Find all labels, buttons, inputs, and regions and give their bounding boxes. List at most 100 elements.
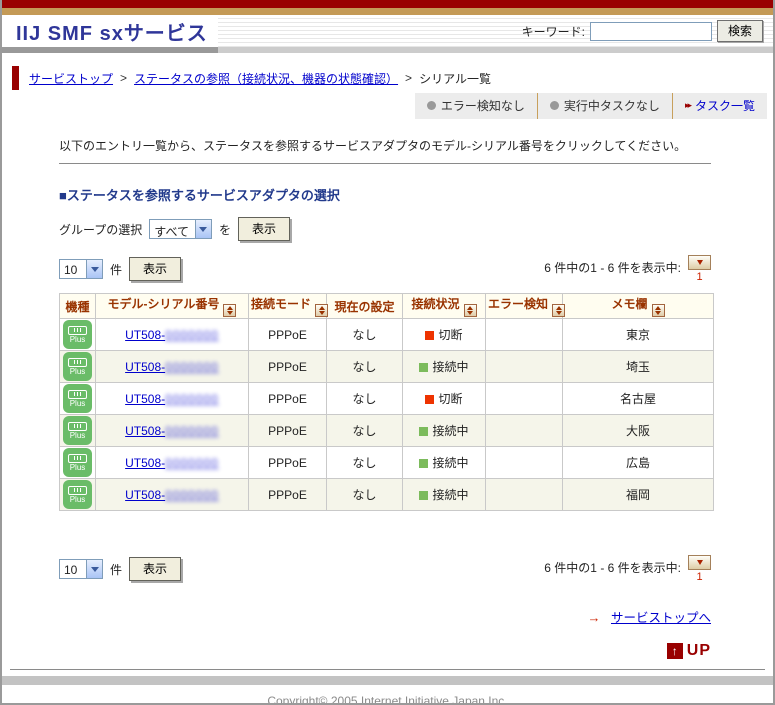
page-button[interactable] xyxy=(688,555,711,570)
per-page-show-button[interactable]: 表示 xyxy=(129,257,181,281)
per-page-value: 10 xyxy=(60,260,86,278)
masked-serial: 0000000 xyxy=(165,488,219,502)
logo-area: IIJ SMF sxサービス xyxy=(2,15,218,47)
page-selector: 1 xyxy=(688,255,711,283)
connection-status-cell: 接続中 xyxy=(403,479,486,511)
up-link[interactable]: ↑ UP xyxy=(667,642,711,660)
per-page-show-button[interactable]: 表示 xyxy=(129,557,181,581)
header: IIJ SMF sxサービス キーワード: 検索 xyxy=(2,15,773,47)
device-model-icon: Plus xyxy=(63,448,92,477)
serial-cell: UT508-0000000 xyxy=(96,447,249,479)
task-list-arrow-icon: ▸▸ xyxy=(685,100,690,111)
serial-link[interactable]: UT508-0000000 xyxy=(125,488,219,502)
current-page-number: 1 xyxy=(696,271,702,283)
sort-icon[interactable] xyxy=(652,304,665,317)
serial-link[interactable]: UT508-0000000 xyxy=(125,328,219,342)
current-setting-cell: なし xyxy=(327,479,403,511)
sort-icon[interactable] xyxy=(223,304,236,317)
right-arrow-icon: → xyxy=(588,610,601,625)
table-body: Plus UT508-0000000 PPPoE なし 切断 東京 Plus U… xyxy=(60,319,714,511)
error-detect-cell xyxy=(486,479,563,511)
serial-link[interactable]: UT508-0000000 xyxy=(125,392,219,406)
footer-bar xyxy=(2,676,773,685)
sort-icon[interactable] xyxy=(315,304,328,317)
router-glyph xyxy=(68,326,87,335)
up-row: ↑ UP xyxy=(59,642,711,660)
masked-serial: 0000000 xyxy=(165,328,219,342)
up-label: UP xyxy=(687,642,711,660)
current-page-number: 1 xyxy=(696,571,702,583)
column-header: モデル-シリアル番号 xyxy=(96,294,249,319)
task-status-cell: 実行中タスクなし xyxy=(537,93,672,119)
column-header: メモ欄 xyxy=(563,294,714,319)
model-cell: Plus xyxy=(60,383,96,415)
column-header: 現在の設定 xyxy=(327,294,403,319)
page: IIJ SMF sxサービス キーワード: 検索 サービストップ > ステータス… xyxy=(0,0,775,705)
connection-status-cell: 接続中 xyxy=(403,351,486,383)
service-top-link[interactable]: サービストップへ xyxy=(611,611,711,625)
model-cell: Plus xyxy=(60,447,96,479)
breadcrumb-link-service-top[interactable]: サービストップ xyxy=(29,70,113,87)
search-button[interactable]: 検索 xyxy=(717,20,763,42)
serial-link[interactable]: UT508-0000000 xyxy=(125,360,219,374)
chevron-down-icon[interactable] xyxy=(86,260,102,278)
status-label: 接続中 xyxy=(432,456,468,470)
page-button[interactable] xyxy=(688,255,711,270)
column-header: 機種 xyxy=(60,294,96,319)
divider xyxy=(59,163,711,164)
model-cell: Plus xyxy=(60,479,96,511)
connection-mode-cell: PPPoE xyxy=(249,383,327,415)
keyword-input[interactable] xyxy=(590,22,712,41)
column-header: エラー検知 xyxy=(486,294,563,319)
up-arrow-icon: ↑ xyxy=(667,643,683,659)
current-setting-cell: なし xyxy=(327,447,403,479)
chevron-down-icon[interactable] xyxy=(195,220,211,238)
serial-link[interactable]: UT508-0000000 xyxy=(125,456,219,470)
page-selector: 1 xyxy=(688,555,711,583)
serial-link[interactable]: UT508-0000000 xyxy=(125,424,219,438)
serial-cell: UT508-0000000 xyxy=(96,319,249,351)
connection-mode-cell: PPPoE xyxy=(249,415,327,447)
current-setting-cell: なし xyxy=(327,415,403,447)
device-icon-label: Plus xyxy=(70,464,86,472)
per-page-select[interactable]: 10 xyxy=(59,259,103,279)
section-title: ■ステータスを参照するサービスアダプタの選択 xyxy=(59,185,711,204)
status-square-icon xyxy=(419,363,428,372)
serial-table: 機種モデル-シリアル番号接続モード現在の設定接続状況エラー検知メモ欄 Plus … xyxy=(59,293,714,511)
status-square-icon xyxy=(425,395,434,404)
chevron-down-icon[interactable] xyxy=(86,560,102,578)
device-icon-label: Plus xyxy=(70,368,86,376)
error-detect-cell xyxy=(486,447,563,479)
table-row: Plus UT508-0000000 PPPoE なし 切断 東京 xyxy=(60,319,714,351)
intro-text: 以下のエントリ一覧から、ステータスを参照するサービスアダプタのモデル-シリアル番… xyxy=(59,137,711,154)
memo-cell: 広島 xyxy=(563,447,714,479)
group-select-label: グループの選択 xyxy=(59,221,142,238)
task-list-cell: ▸▸ タスク一覧 xyxy=(672,93,767,119)
service-top-row: → サービストップへ xyxy=(59,607,711,627)
per-page-controls: 10 件 表示 xyxy=(59,557,181,581)
sort-icon[interactable] xyxy=(552,304,565,317)
task-list-link[interactable]: タスク一覧 xyxy=(695,97,755,114)
page-indicator: 6 件中の1 - 6 件を表示中: 1 xyxy=(544,257,711,283)
group-show-button[interactable]: 表示 xyxy=(238,217,290,241)
masked-serial: 0000000 xyxy=(165,360,219,374)
task-status-label: 実行中タスクなし xyxy=(564,97,660,114)
group-select[interactable]: すべて xyxy=(149,219,212,239)
breadcrumb-link-status[interactable]: ステータスの参照（接続状況、機器の状態確認） xyxy=(134,70,398,87)
status-square-icon xyxy=(419,459,428,468)
per-page-select[interactable]: 10 xyxy=(59,559,103,579)
error-detect-cell xyxy=(486,351,563,383)
status-square-icon xyxy=(425,331,434,340)
per-page-unit: 件 xyxy=(110,261,122,278)
status-label: 切断 xyxy=(438,328,462,342)
sort-icon[interactable] xyxy=(464,304,477,317)
task-status-icon xyxy=(550,101,559,110)
header-divider-right xyxy=(218,47,773,53)
breadcrumb-current: シリアル一覧 xyxy=(419,70,491,87)
device-icon-label: Plus xyxy=(70,432,86,440)
device-model-icon: Plus xyxy=(63,320,92,349)
breadcrumb-separator: > xyxy=(405,71,412,85)
device-model-icon: Plus xyxy=(63,480,92,509)
group-select-value: すべて xyxy=(150,220,195,238)
breadcrumb-marker xyxy=(12,66,19,90)
